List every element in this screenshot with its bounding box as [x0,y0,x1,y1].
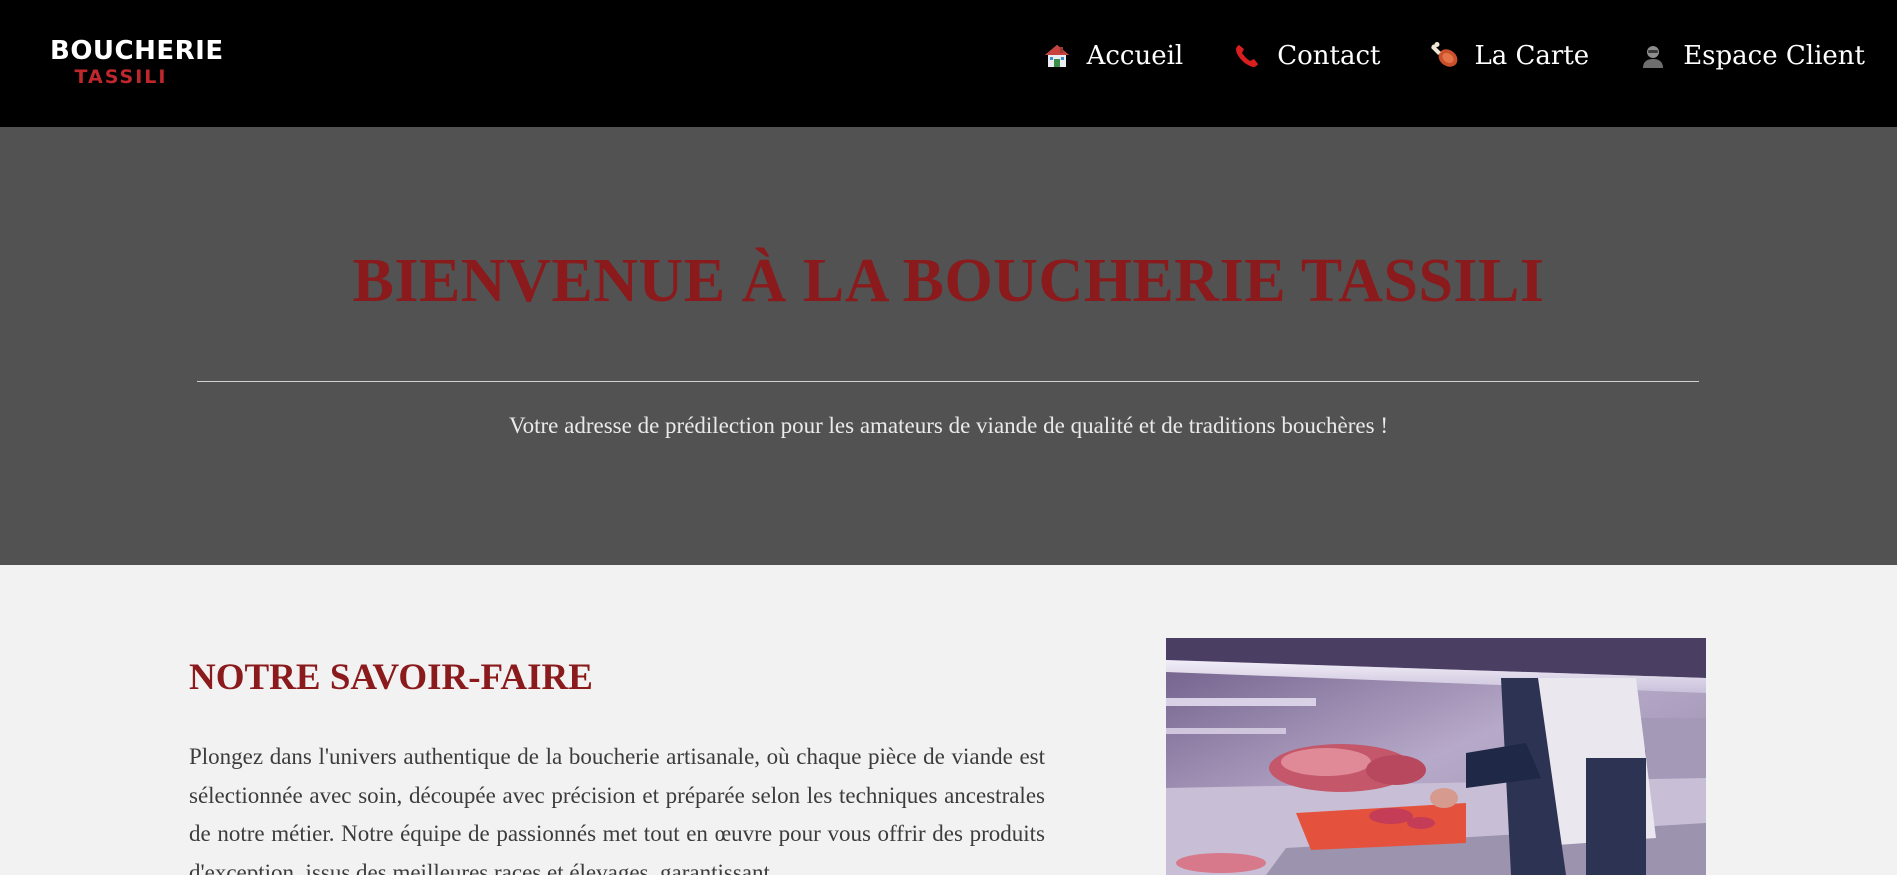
hero-title: BIENVENUE À LA BOUCHERIE TASSILI [352,247,1545,315]
nav-label-la-carte: La Carte [1474,41,1590,71]
logo-line2: TASSILI [74,66,168,88]
nav-label-contact: Contact [1277,41,1381,71]
logo-line1: BOUCHERIE [50,36,224,66]
nav-label-espace-client: Espace Client [1683,41,1865,71]
telephone-icon [1231,40,1263,72]
hero-subtitle: Votre adresse de prédilection pour les a… [508,413,1388,438]
house-icon [1041,40,1073,72]
nav-item-espace-client[interactable]: Espace Client [1637,40,1865,72]
nav-item-contact[interactable]: Contact [1231,40,1381,72]
section-title: NOTRE SAVOIR-FAIRE [189,657,593,698]
main-nav: Accueil Contact La Carte Espace Client [1041,40,1865,72]
user-icon [1637,40,1669,72]
meat-icon [1429,40,1461,72]
nav-item-accueil[interactable]: Accueil [1041,40,1184,72]
site-header: BOUCHERIE TASSILI Accueil Contact La Car… [0,0,1897,127]
nav-label-accueil: Accueil [1086,41,1184,71]
hero-banner: BIENVENUE À LA BOUCHERIE TASSILI Votre a… [0,127,1897,565]
hero-divider [197,381,1699,382]
nav-item-la-carte[interactable]: La Carte [1429,40,1590,72]
section-text: Plongez dans l'univers authentique de la… [189,744,1045,875]
butcher-photo [1166,638,1706,875]
logo[interactable]: BOUCHERIE TASSILI [50,36,224,88]
